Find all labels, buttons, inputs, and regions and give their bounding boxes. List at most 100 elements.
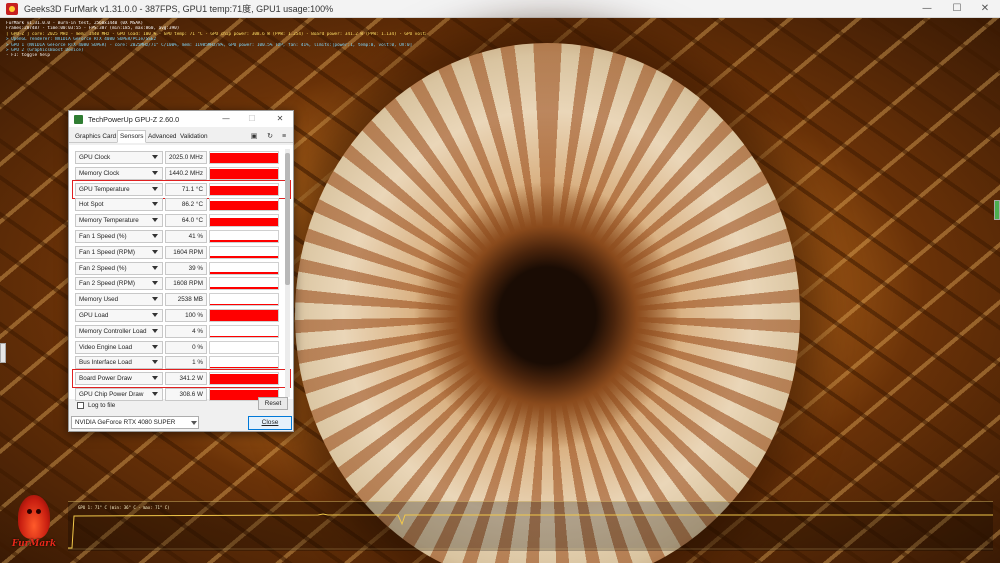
sensor-value: 308.6 W bbox=[165, 388, 207, 401]
gpu-select-value: NVIDIA GeForce RTX 4080 SUPER bbox=[75, 419, 176, 426]
chevron-down-icon[interactable] bbox=[152, 297, 158, 302]
hamburger-menu-icon[interactable]: ≡ bbox=[279, 132, 289, 141]
chevron-down-icon[interactable] bbox=[152, 218, 158, 223]
minimize-button[interactable]: — bbox=[912, 0, 942, 18]
sensor-graph-fill bbox=[210, 185, 278, 195]
sensor-label-dropdown[interactable]: GPU Clock bbox=[75, 151, 163, 164]
sensor-graph-fill bbox=[210, 168, 278, 179]
left-edge-tab[interactable] bbox=[0, 343, 6, 363]
temperature-line bbox=[68, 513, 993, 549]
furmark-logo-flame-icon bbox=[18, 495, 50, 539]
sensor-label-dropdown[interactable]: Memory Used bbox=[75, 293, 163, 307]
sensor-row: Bus Interface Load 1 % bbox=[75, 356, 287, 370]
close-window-button[interactable]: ✕ bbox=[970, 0, 1000, 18]
chevron-down-icon[interactable] bbox=[152, 249, 158, 254]
chevron-down-icon bbox=[191, 421, 197, 425]
sensor-label-dropdown[interactable]: Bus Interface Load bbox=[75, 356, 163, 370]
sensor-graph-fill bbox=[210, 287, 278, 290]
sensor-row: Fan 2 Speed (RPM) 1608 RPM bbox=[75, 277, 287, 291]
sensor-row: Memory Temperature 64.0 °C bbox=[75, 214, 287, 228]
chevron-down-icon[interactable] bbox=[152, 281, 158, 286]
sensor-label-dropdown[interactable]: GPU Temperature bbox=[75, 182, 163, 196]
sensor-graph bbox=[209, 356, 279, 370]
graph-label: GPU 1: 71° C (min: 36° C - max: 71° C) bbox=[78, 505, 170, 510]
sensor-graph bbox=[209, 214, 279, 228]
gpuz-titlebar[interactable]: TechPowerUp GPU-Z 2.60.0 — ☐ ✕ bbox=[69, 111, 293, 127]
gpu-select-dropdown[interactable]: NVIDIA GeForce RTX 4080 SUPER bbox=[71, 416, 199, 429]
sensor-label-dropdown[interactable]: Board Power Draw bbox=[75, 372, 163, 386]
sensor-label-dropdown[interactable]: GPU Load bbox=[75, 309, 163, 322]
sensor-row: Fan 2 Speed (%) 39 % bbox=[75, 261, 287, 276]
sensor-label-dropdown[interactable]: Fan 2 Speed (RPM) bbox=[75, 277, 163, 291]
chevron-down-icon[interactable] bbox=[152, 170, 158, 175]
furmark-window-title: Geeks3D FurMark v1.31.0.0 - 387FPS, GPU1… bbox=[24, 4, 334, 14]
sensor-graph bbox=[209, 277, 279, 291]
chevron-down-icon[interactable] bbox=[152, 360, 158, 365]
chevron-down-icon[interactable] bbox=[152, 265, 158, 270]
sensor-value: 341.2 W bbox=[165, 372, 207, 386]
tab-sensors[interactable]: Sensors bbox=[117, 130, 147, 143]
sensor-graph-fill bbox=[210, 335, 278, 337]
sensor-graph-fill bbox=[210, 304, 278, 306]
sensor-label-dropdown[interactable]: Memory Temperature bbox=[75, 214, 163, 228]
gpuz-window: TechPowerUp GPU-Z 2.60.0 — ☐ ✕ Graphics … bbox=[68, 110, 294, 432]
sensor-row: GPU Clock 2025.0 MHz bbox=[75, 151, 287, 165]
sensor-value: 0 % bbox=[165, 340, 207, 354]
sensor-label-dropdown[interactable]: Fan 1 Speed (RPM) bbox=[75, 245, 163, 259]
gpuz-maximize-button: ☐ bbox=[248, 114, 256, 123]
sensor-label-dropdown[interactable]: Hot Spot bbox=[75, 198, 163, 212]
sensor-graph bbox=[209, 182, 279, 196]
chevron-down-icon[interactable] bbox=[152, 202, 158, 207]
scrollbar-thumb[interactable] bbox=[285, 153, 290, 285]
sensor-value: 41 % bbox=[165, 230, 207, 243]
close-button[interactable]: Close bbox=[248, 416, 292, 430]
chevron-down-icon[interactable] bbox=[152, 328, 158, 333]
screenshot-camera-icon[interactable]: ▣ bbox=[249, 132, 259, 141]
gpuz-close-icon[interactable]: ✕ bbox=[269, 111, 291, 127]
sensor-value: 1440.2 MHz bbox=[165, 166, 207, 180]
sensor-label-dropdown[interactable]: Memory Controller Load bbox=[75, 324, 163, 338]
sensor-row: Memory Used 2538 MB bbox=[75, 293, 287, 307]
chevron-down-icon[interactable] bbox=[152, 344, 158, 349]
sensor-list: GPU Clock 2025.0 MHz Memory Clock 1440.2 MH… bbox=[69, 145, 293, 401]
sensor-value: 1608 RPM bbox=[165, 277, 207, 291]
log-to-file-checkbox[interactable] bbox=[77, 401, 84, 409]
log-to-file-row: Log to file bbox=[77, 399, 115, 411]
chevron-down-icon[interactable] bbox=[152, 234, 158, 238]
chevron-down-icon[interactable] bbox=[152, 313, 158, 317]
temperature-graph: GPU 1: 71° C (min: 36° C - max: 71° C) bbox=[68, 501, 993, 551]
sensor-label-dropdown[interactable]: Fan 2 Speed (%) bbox=[75, 261, 163, 275]
sensor-row: Memory Clock 1440.2 MHz bbox=[75, 166, 287, 181]
sensor-graph-fill bbox=[210, 218, 278, 227]
reset-button[interactable]: Reset bbox=[258, 397, 288, 410]
sensor-row: Video Engine Load 0 % bbox=[75, 340, 287, 355]
chevron-down-icon[interactable] bbox=[152, 186, 158, 191]
sensor-graph-fill bbox=[210, 271, 278, 274]
tab-graphics-card[interactable]: Graphics Card bbox=[73, 131, 118, 143]
sensor-graph bbox=[209, 261, 279, 275]
tab-validation[interactable]: Validation bbox=[178, 131, 210, 143]
refresh-icon[interactable]: ↻ bbox=[265, 132, 275, 141]
sensor-value: 100 % bbox=[165, 309, 207, 322]
sensor-graph bbox=[209, 198, 279, 212]
sensor-scrollbar[interactable] bbox=[285, 149, 290, 397]
sensor-value: 39 % bbox=[165, 261, 207, 275]
fur-donut-render bbox=[295, 43, 800, 563]
chevron-down-icon[interactable] bbox=[152, 376, 158, 381]
furmark-logo: FurMark bbox=[6, 495, 62, 555]
gpuz-tab-bar: Graphics Card Sensors Advanced Validatio… bbox=[69, 129, 293, 143]
tab-advanced[interactable]: Advanced bbox=[146, 131, 178, 143]
sensor-graph-fill bbox=[210, 310, 278, 321]
gpuz-minimize-button[interactable]: — bbox=[215, 111, 237, 127]
furmark-titlebar[interactable]: Geeks3D FurMark v1.31.0.0 - 387FPS, GPU1… bbox=[0, 0, 1000, 18]
sensor-label-dropdown[interactable]: Memory Clock bbox=[75, 166, 163, 180]
sensor-row: GPU Load 100 % bbox=[75, 309, 287, 323]
right-edge-tab[interactable] bbox=[994, 200, 1000, 220]
sensor-value: 64.0 °C bbox=[165, 214, 207, 228]
sensor-label-dropdown[interactable]: Video Engine Load bbox=[75, 340, 163, 354]
chevron-down-icon[interactable] bbox=[152, 392, 158, 396]
chevron-down-icon[interactable] bbox=[152, 155, 158, 159]
maximize-button[interactable]: ☐ bbox=[942, 0, 972, 18]
sensor-graph bbox=[209, 230, 279, 243]
sensor-label-dropdown[interactable]: Fan 1 Speed (%) bbox=[75, 230, 163, 243]
